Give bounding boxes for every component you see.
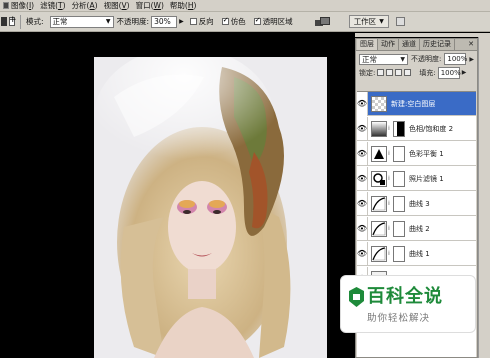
menu-filter[interactable]: 滤镜(T) (39, 0, 70, 12)
tab-history[interactable]: 历史记录 (420, 39, 455, 50)
panel-tabs: 图层 动作 通道 历史记录 ✕ (356, 39, 477, 51)
menu-bar: 图像(I) 滤镜(T) 分析(A) 视图(V) 窗口(W) 帮助(H) (0, 0, 490, 12)
collapsed-panel-strip[interactable] (478, 37, 490, 358)
lock-position-icon[interactable] (395, 69, 403, 76)
tab-layers[interactable]: 图层 (357, 39, 378, 50)
layer-row[interactable]: 👁 新建:空白图层 (357, 91, 476, 116)
add-gradient-icon[interactable] (9, 15, 17, 26)
eye-icon[interactable]: 👁 (357, 241, 368, 266)
layer-mask-thumbnail[interactable] (393, 145, 405, 162)
lock-pixels-icon[interactable] (386, 69, 394, 76)
photo-filter-icon (371, 170, 387, 187)
lock-row: 锁定: 填充: 100% ▶ (356, 66, 477, 79)
opacity-label: 不透明度: (116, 17, 150, 26)
curves-icon (371, 220, 387, 237)
layer-row[interactable]: 👁 ⁞ 曲线 2 (357, 216, 476, 241)
window-minimize-icon[interactable] (395, 17, 405, 26)
dock-header (355, 33, 490, 37)
layer-mask-thumbnail[interactable] (393, 220, 405, 237)
opacity-arrow-icon[interactable]: ▶ (179, 18, 184, 25)
palette-well-icon[interactable] (314, 16, 330, 27)
watermark-subtitle: 助你轻松解决 (367, 313, 431, 324)
layer-row[interactable]: 👁 ⁞ 曲线 3 (357, 191, 476, 216)
lock-label: 锁定: (359, 68, 376, 77)
menu-view[interactable]: 视图(V) (103, 0, 135, 12)
document-image (94, 57, 327, 358)
eye-icon[interactable]: 👁 (357, 216, 368, 241)
menu-analysis[interactable]: 分析(A) (71, 0, 103, 12)
curves-icon (371, 245, 387, 262)
chevron-down-icon: ▼ (400, 55, 406, 63)
fill-arrow-icon[interactable]: ▶ (462, 69, 467, 76)
mode-label: 模式: (26, 17, 44, 26)
chevron-down-icon: ▼ (105, 18, 111, 25)
app-icon (3, 2, 9, 9)
layer-opacity-label: 不透明度: (411, 55, 442, 63)
reverse-option[interactable]: 反向 (189, 16, 214, 27)
menu-image[interactable]: 图像(I) (2, 0, 39, 12)
dither-checkbox[interactable] (221, 16, 229, 25)
portrait-image (94, 57, 327, 358)
divider (20, 14, 21, 29)
link-icon: ⁞ (388, 200, 390, 207)
eye-icon[interactable]: 👁 (357, 166, 368, 191)
transparency-option[interactable]: 透明区域 (253, 16, 293, 27)
eye-icon[interactable]: 👁 (357, 91, 368, 116)
lock-all-icon[interactable] (404, 69, 412, 76)
curves-icon (371, 195, 387, 212)
watermark: 百科全说 助你轻松解决 (340, 275, 476, 333)
menu-help[interactable]: 帮助(H) (169, 0, 202, 12)
layer-mask-thumbnail[interactable] (393, 195, 405, 212)
link-icon: ⁞ (388, 225, 390, 232)
transparency-checkbox[interactable] (253, 16, 261, 25)
reverse-checkbox[interactable] (189, 18, 197, 25)
layer-thumbnail (371, 95, 387, 112)
dither-option[interactable]: 仿色 (221, 16, 246, 27)
options-bar: 模式: 正常 ▼ 不透明度: 30% ▶ 反向 仿色 透明区域 工作区 ▼ (0, 12, 490, 32)
tab-channels[interactable]: 通道 (399, 39, 420, 50)
blend-mode-select[interactable]: 正常 ▼ (359, 53, 409, 65)
color-balance-icon (371, 145, 387, 162)
layer-mask-thumbnail[interactable] (393, 120, 405, 137)
hue-saturation-icon (371, 120, 387, 137)
layer-mask-thumbnail[interactable] (393, 170, 405, 187)
layer-row[interactable]: 👁 ⁞ 色彩平衡 1 (357, 141, 476, 166)
layer-opacity-input[interactable]: 100% (444, 53, 467, 65)
chevron-down-icon: ▼ (379, 18, 384, 25)
eye-icon[interactable]: 👁 (357, 116, 368, 141)
watermark-title: 百科全说 (367, 286, 443, 307)
layer-row[interactable]: 👁 ⁞ 照片滤镜 1 (357, 166, 476, 191)
link-icon: ⁞ (388, 250, 390, 257)
opacity-arrow-icon[interactable]: ▶ (469, 56, 474, 63)
link-icon: ⁞ (388, 150, 390, 157)
eye-icon[interactable]: 👁 (357, 191, 368, 216)
tab-actions[interactable]: 动作 (378, 39, 399, 50)
panel-menu-icon[interactable]: ✕ (465, 39, 477, 50)
mode-select[interactable]: 正常 ▼ (49, 15, 114, 28)
workspace-button[interactable]: 工作区 ▼ (348, 15, 389, 28)
gradient-tool-icon[interactable] (1, 17, 7, 26)
eye-icon[interactable]: 👁 (357, 141, 368, 166)
layer-row[interactable]: 👁 ⁞ 曲线 1 (357, 241, 476, 266)
opacity-input[interactable]: 30% (151, 15, 178, 28)
layer-row[interactable]: 👁 ⁞ 色相/饱和度 2 (357, 116, 476, 141)
layer-mask-thumbnail[interactable] (393, 245, 405, 262)
menu-window[interactable]: 窗口(W) (135, 0, 169, 12)
blend-row: 正常 ▼ 不透明度: 100% ▶ (356, 52, 477, 66)
link-icon: ⁞ (388, 175, 390, 182)
baike-logo-icon (349, 287, 364, 307)
link-icon: ⁞ (388, 125, 390, 132)
fill-label: 填充: (419, 68, 436, 77)
lock-transparent-icon[interactable] (377, 69, 385, 76)
fill-input[interactable]: 100% (437, 66, 461, 79)
